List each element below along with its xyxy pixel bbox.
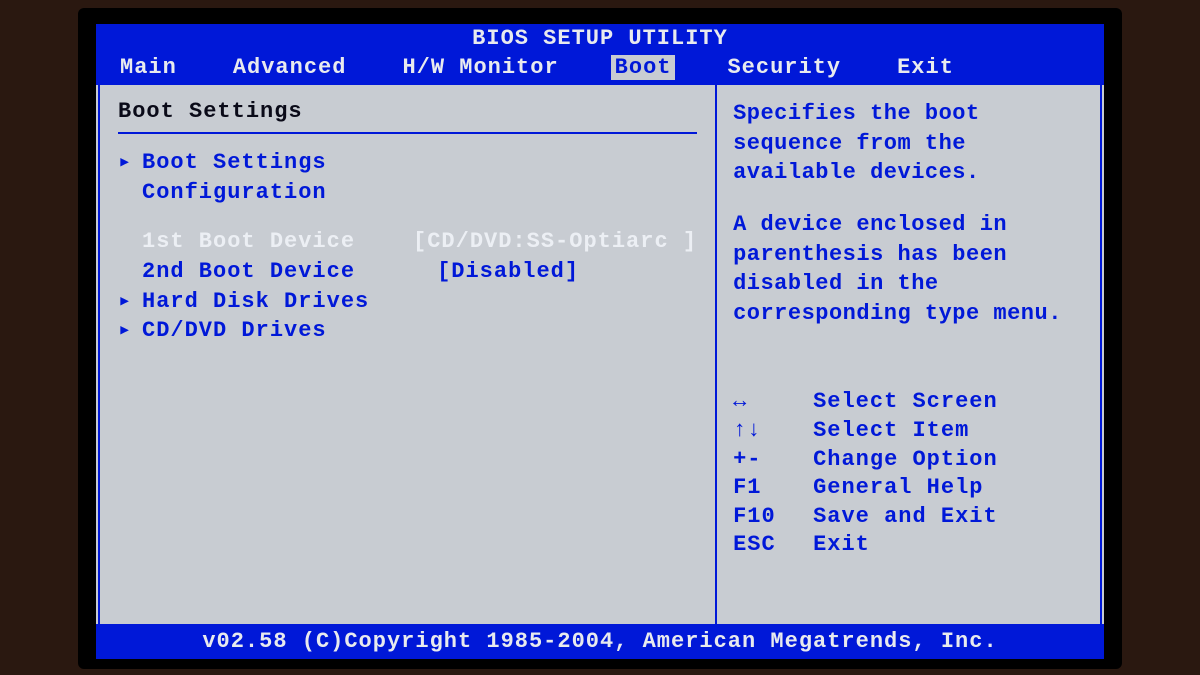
- key-hint-change-option: +- Change Option: [733, 446, 1084, 475]
- key-hint-select-screen: ↔ Select Screen: [733, 388, 1084, 417]
- key-desc: Select Screen: [813, 388, 998, 417]
- key-hint-general-help: F1 General Help: [733, 474, 1084, 503]
- monitor-frame: BIOS SETUP UTILITY Main Advanced H/W Mon…: [78, 8, 1122, 669]
- key-legend: ↔ Select Screen ↑↓ Select Item +- Change…: [733, 388, 1084, 560]
- tab-main[interactable]: Main: [116, 55, 181, 80]
- tab-advanced[interactable]: Advanced: [229, 55, 351, 80]
- key-desc: Select Item: [813, 417, 969, 446]
- submenu-value: [437, 287, 697, 317]
- plus-minus-icon: +-: [733, 446, 813, 475]
- key-label: F1: [733, 474, 813, 503]
- key-desc: Change Option: [813, 446, 998, 475]
- spacer: [118, 207, 697, 227]
- menu-bar: Main Advanced H/W Monitor Boot Security …: [96, 53, 1104, 83]
- submenu-label: Hard Disk Drives: [142, 287, 437, 317]
- panel-heading: Boot Settings: [118, 99, 697, 124]
- key-desc: General Help: [813, 474, 983, 503]
- key-label: F10: [733, 503, 813, 532]
- bios-screen: BIOS SETUP UTILITY Main Advanced H/W Mon…: [96, 24, 1104, 659]
- option-label: 1st Boot Device: [142, 227, 413, 257]
- key-label: ESC: [733, 531, 813, 560]
- submenu-cd-dvd-drives[interactable]: ▸ CD/DVD Drives: [118, 316, 697, 346]
- tab-exit[interactable]: Exit: [893, 55, 958, 80]
- content-area: Boot Settings ▸ Boot Settings Configurat…: [96, 83, 1104, 626]
- chevron-right-icon: ▸: [118, 148, 142, 207]
- key-hint-save-exit: F10 Save and Exit: [733, 503, 1084, 532]
- no-icon: [118, 257, 142, 287]
- copyright-text: v02.58 (C)Copyright 1985-2004, American …: [202, 629, 997, 654]
- submenu-value: [437, 316, 697, 346]
- option-value: [Disabled]: [437, 257, 697, 287]
- key-desc: Save and Exit: [813, 503, 998, 532]
- help-text-2: A device enclosed in parenthesis has bee…: [733, 210, 1084, 329]
- footer-bar: v02.58 (C)Copyright 1985-2004, American …: [96, 626, 1104, 659]
- title-bar: BIOS SETUP UTILITY: [96, 24, 1104, 53]
- divider: [118, 132, 697, 134]
- arrows-horizontal-icon: ↔: [733, 388, 813, 417]
- option-1st-boot-device[interactable]: 1st Boot Device [CD/DVD:SS-Optiarc ]: [118, 227, 697, 257]
- no-icon: [118, 227, 142, 257]
- option-value: [CD/DVD:SS-Optiarc ]: [413, 227, 697, 257]
- help-text-1: Specifies the boot sequence from the ava…: [733, 99, 1084, 188]
- key-hint-exit: ESC Exit: [733, 531, 1084, 560]
- submenu-hard-disk-drives[interactable]: ▸ Hard Disk Drives: [118, 287, 697, 317]
- left-panel: Boot Settings ▸ Boot Settings Configurat…: [98, 85, 717, 624]
- submenu-value: [437, 148, 697, 207]
- key-hint-select-item: ↑↓ Select Item: [733, 417, 1084, 446]
- option-2nd-boot-device[interactable]: 2nd Boot Device [Disabled]: [118, 257, 697, 287]
- help-panel: Specifies the boot sequence from the ava…: [717, 85, 1102, 624]
- option-label: 2nd Boot Device: [142, 257, 437, 287]
- chevron-right-icon: ▸: [118, 316, 142, 346]
- submenu-boot-settings-configuration[interactable]: ▸ Boot Settings Configuration: [118, 148, 697, 207]
- tab-security[interactable]: Security: [723, 55, 845, 80]
- submenu-label: CD/DVD Drives: [142, 316, 437, 346]
- arrows-vertical-icon: ↑↓: [733, 417, 813, 446]
- tab-hw-monitor[interactable]: H/W Monitor: [398, 55, 562, 80]
- submenu-label: Boot Settings Configuration: [142, 148, 437, 207]
- app-title: BIOS SETUP UTILITY: [472, 26, 728, 51]
- chevron-right-icon: ▸: [118, 287, 142, 317]
- key-desc: Exit: [813, 531, 870, 560]
- tab-boot[interactable]: Boot: [611, 55, 676, 80]
